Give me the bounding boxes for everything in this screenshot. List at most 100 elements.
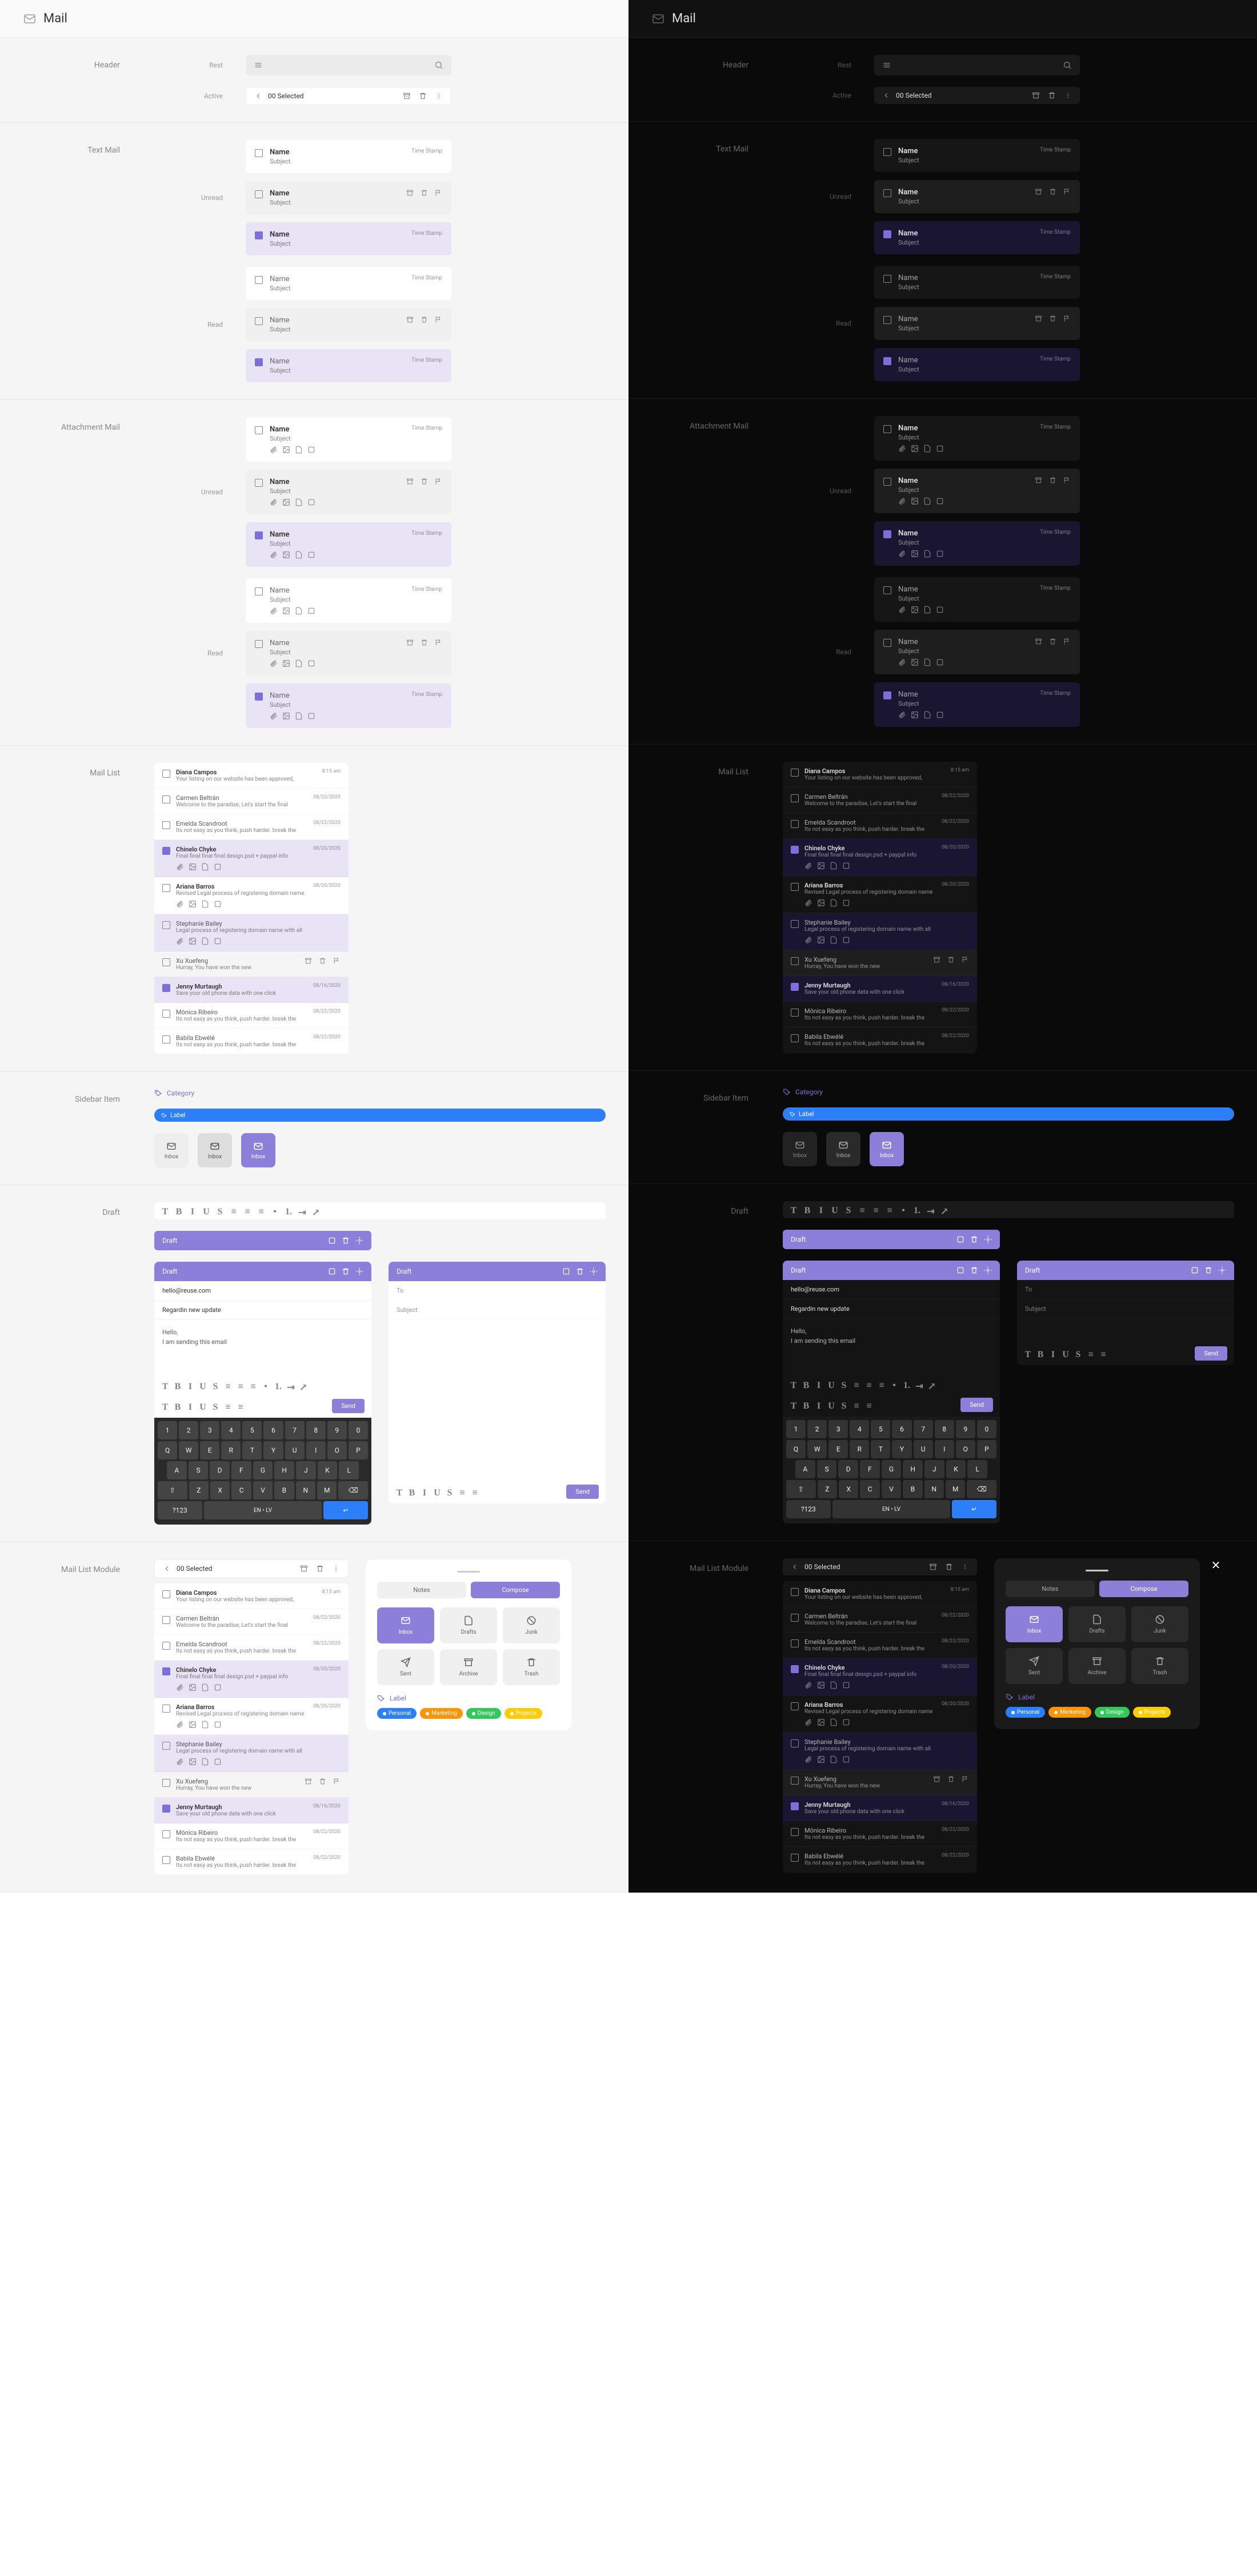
key[interactable]: N (296, 1481, 315, 1499)
archive-icon[interactable] (1032, 91, 1040, 99)
checkbox[interactable] (162, 1010, 170, 1018)
key[interactable]: G (253, 1461, 273, 1479)
trash-icon[interactable] (1049, 188, 1056, 195)
key[interactable]: R (221, 1441, 241, 1459)
checkbox[interactable] (791, 1777, 799, 1785)
key[interactable]: X (210, 1481, 230, 1499)
mail-list-item[interactable]: Mônica Ribeiro Its not easy as you think… (783, 1002, 977, 1027)
format-icon[interactable]: I (1049, 1350, 1057, 1358)
checkbox[interactable] (791, 794, 799, 802)
inbox-card-rest[interactable]: Inbox (783, 1132, 817, 1166)
to-field[interactable]: To (389, 1281, 606, 1301)
mail-list-item[interactable]: Chinelo Chyke Final final final final de… (154, 840, 349, 877)
inbox-card-rest[interactable]: Inbox (154, 1133, 189, 1167)
subject-field[interactable]: Subject (389, 1301, 606, 1320)
checkbox[interactable] (255, 693, 263, 701)
minimize-icon[interactable] (562, 1267, 570, 1275)
trash-icon[interactable] (1049, 638, 1056, 645)
inbox-card-active[interactable]: Inbox (241, 1133, 275, 1167)
archive-icon[interactable] (305, 1778, 312, 1785)
draft-body[interactable] (389, 1320, 606, 1480)
checkbox[interactable] (883, 691, 891, 699)
format-icon[interactable]: ≡ (224, 1402, 232, 1410)
key[interactable]: Y (892, 1440, 911, 1458)
format-icon[interactable]: S (840, 1401, 848, 1409)
mail-list-item[interactable]: Ariana Barros Revised Legal process of r… (783, 876, 977, 913)
checkbox[interactable] (162, 1805, 170, 1813)
format-icon[interactable]: ≡ (458, 1488, 466, 1496)
send-button[interactable]: Send (960, 1398, 993, 1412)
checkbox[interactable] (883, 275, 891, 283)
notes-tab[interactable]: Notes (377, 1582, 466, 1598)
label-chip-personal[interactable]: Personal (1006, 1707, 1045, 1718)
archive-icon[interactable] (1035, 188, 1042, 195)
mail-list-item[interactable]: Diana Campos Your listing on our website… (154, 763, 349, 789)
module-inbox[interactable]: Inbox (377, 1607, 434, 1643)
checkbox[interactable] (255, 317, 263, 325)
trash-icon[interactable] (970, 1266, 978, 1274)
format-icon[interactable]: U (202, 1207, 210, 1215)
key[interactable]: 6 (892, 1420, 911, 1438)
key[interactable]: Q (158, 1441, 177, 1459)
key[interactable]: S (189, 1461, 209, 1479)
mail-list-item[interactable]: Mônica Ribeiro Its not easy as you think… (154, 1003, 349, 1029)
checkbox[interactable] (883, 357, 891, 365)
key[interactable]: 3 (200, 1421, 219, 1439)
format-icon[interactable]: ≡ (249, 1382, 257, 1390)
key[interactable]: 8 (935, 1420, 954, 1438)
format-icon[interactable]: ↗ (940, 1206, 948, 1214)
format-icon[interactable]: ≡ (852, 1401, 860, 1409)
format-icon[interactable]: ⇥ (287, 1382, 295, 1390)
checkbox[interactable] (883, 586, 891, 594)
settings-icon[interactable] (355, 1267, 363, 1275)
mail-list-item[interactable]: Babila Ebwélé Its not easy as you think,… (783, 1847, 977, 1873)
minimize-icon[interactable] (328, 1237, 336, 1245)
back-arrow-icon[interactable] (163, 1565, 171, 1573)
archive-icon[interactable] (305, 957, 312, 965)
compose-tab[interactable]: Compose (471, 1582, 560, 1598)
key[interactable]: Z (189, 1481, 209, 1499)
flag-icon[interactable] (333, 957, 341, 965)
key[interactable]: 4 (221, 1421, 241, 1439)
settings-icon[interactable] (1218, 1266, 1226, 1274)
format-icon[interactable]: B (174, 1402, 182, 1410)
mail-list-item[interactable]: Stephanie Bailey Legal process of regist… (154, 914, 349, 951)
more-icon[interactable] (332, 1565, 340, 1573)
format-icon[interactable]: T (161, 1402, 169, 1410)
format-icon[interactable]: ≡ (865, 1381, 873, 1389)
search-bar[interactable] (246, 55, 451, 75)
module-junk[interactable]: Junk (1131, 1606, 1188, 1642)
key[interactable]: H (274, 1461, 294, 1479)
mail-list-item[interactable]: Jenny Murtaugh Save your old phone data … (154, 977, 349, 1003)
mail-list-item[interactable]: Babila Ebwélé Its not easy as you think,… (154, 1029, 349, 1054)
checkbox[interactable] (883, 425, 891, 433)
checkbox[interactable] (162, 1035, 170, 1043)
format-icon[interactable]: T (790, 1206, 798, 1214)
trash-icon[interactable] (1049, 477, 1056, 484)
mail-item[interactable]: Name Subject Time Stamp (246, 683, 451, 728)
mail-item[interactable]: Name Subject Time Stamp (246, 267, 451, 300)
key[interactable]: O (327, 1441, 347, 1459)
keyboard[interactable]: 1234567890 QWERTYUIOP ASDFGHJKL ⇧ZXCVBNM… (783, 1417, 1000, 1523)
mail-item[interactable]: Name Subject (874, 630, 1080, 674)
send-button[interactable]: Send (566, 1485, 599, 1499)
trash-icon[interactable] (1048, 91, 1056, 99)
format-icon[interactable]: S (216, 1207, 224, 1215)
format-icon[interactable]: I (421, 1488, 429, 1496)
flag-icon[interactable] (962, 1775, 969, 1783)
mail-list-item[interactable]: Xu Xuefeng Hurray, You have won the new (783, 950, 977, 976)
archive-icon[interactable] (933, 956, 940, 963)
back-arrow-icon[interactable] (254, 92, 262, 100)
checkbox[interactable] (162, 795, 170, 803)
format-icon[interactable]: ≡ (852, 1381, 860, 1389)
key[interactable]: J (296, 1461, 316, 1479)
checkbox[interactable] (883, 639, 891, 647)
checkbox[interactable] (791, 1739, 799, 1747)
key[interactable]: A (167, 1461, 187, 1479)
checkbox[interactable] (255, 231, 263, 239)
mode-key[interactable]: ?123 (786, 1500, 831, 1518)
format-icon[interactable]: B (174, 1382, 182, 1390)
format-icon[interactable]: I (815, 1401, 823, 1409)
checkbox[interactable] (162, 1779, 170, 1787)
back-arrow-icon[interactable] (882, 91, 890, 99)
